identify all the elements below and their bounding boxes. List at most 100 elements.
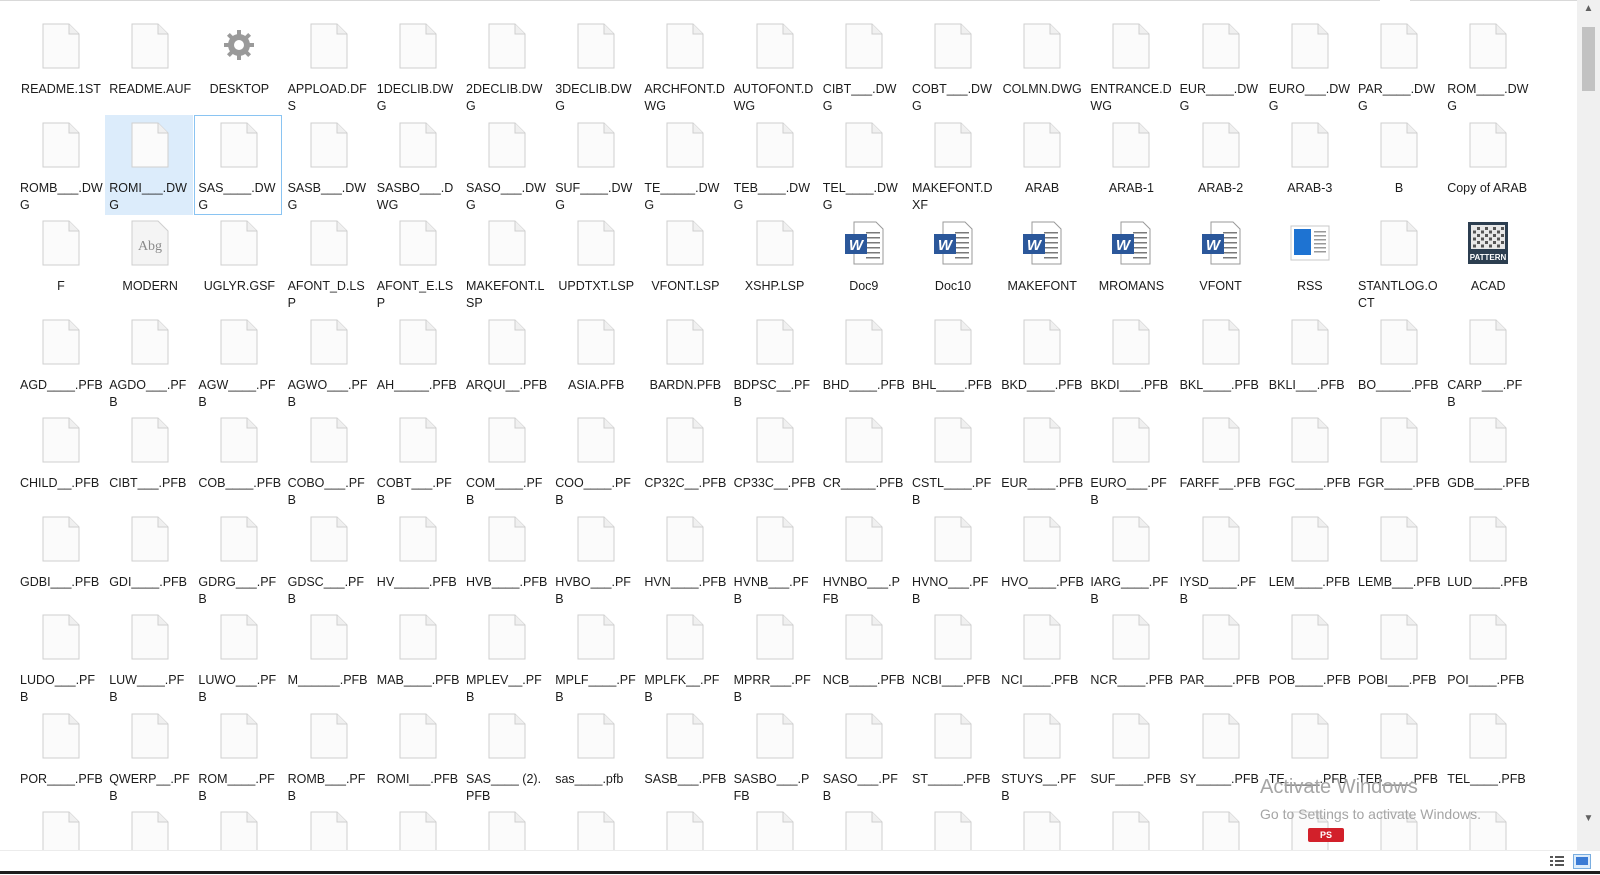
details-view-button[interactable]	[1548, 854, 1566, 869]
file-item-saso-pfb[interactable]: SASO___.PFB	[819, 706, 907, 806]
file-item-mplev-pfb[interactable]: MPLEV__.PFB	[462, 607, 550, 707]
file-item-euro-pfb[interactable]: EURO___.PFB	[1086, 410, 1174, 510]
file-item-bkli-pfb[interactable]: BKLI___.PFB	[1265, 312, 1353, 412]
file-item-mab-pfb[interactable]: MAB____.PFB	[373, 607, 461, 707]
file-item-partial[interactable]	[730, 804, 818, 850]
file-item-ah-pfb[interactable]: AH_____.PFB	[373, 312, 461, 412]
file-item-romi-pfb[interactable]: ROMI___.PFB	[373, 706, 461, 806]
scroll-up-arrow-icon[interactable]: ▲	[1577, 0, 1600, 17]
file-item-cp32c-pfb[interactable]: CP32C__.PFB	[640, 410, 728, 510]
file-item-saso-dwg[interactable]: SASO___.DWG	[462, 115, 550, 215]
file-item-gdb-pfb[interactable]: GDB____.PFB	[1443, 410, 1531, 510]
file-item-hvo-pfb[interactable]: HVO____.PFB	[997, 509, 1085, 609]
file-item-teb-dwg[interactable]: TEB____.DWG	[730, 115, 818, 215]
file-item-partial[interactable]	[194, 804, 282, 850]
file-item-sy-pfb[interactable]: SY_____.PFB	[1176, 706, 1264, 806]
file-item-cibt-pfb[interactable]: CIBT___.PFB	[105, 410, 193, 510]
file-item-hvbo-pfb[interactable]: HVBO___.PFB	[551, 509, 639, 609]
file-item-agdo-pfb[interactable]: AGDO___.PFB	[105, 312, 193, 412]
file-item-hvb-pfb[interactable]: HVB____.PFB	[462, 509, 550, 609]
file-item-rss[interactable]: RSS	[1265, 213, 1353, 313]
file-item-cr-pfb[interactable]: CR_____.PFB	[819, 410, 907, 510]
file-item-bkl-pfb[interactable]: BKL____.PFB	[1176, 312, 1264, 412]
file-item-partial[interactable]	[997, 804, 1085, 850]
file-item-coo-pfb[interactable]: COO____.PFB	[551, 410, 639, 510]
file-item-uglyr-gsf[interactable]: UGLYR.GSF	[194, 213, 282, 313]
file-item-pobi-pfb[interactable]: POBI___.PFB	[1354, 607, 1442, 707]
file-item-qwerp-pfb[interactable]: QWERP__.PFB	[105, 706, 193, 806]
file-item-tel-pfb[interactable]: TEL____.PFB	[1443, 706, 1531, 806]
file-item-xshp-lsp[interactable]: XSHP.LSP	[730, 213, 818, 313]
file-item-copy-of-arab[interactable]: Copy of ARAB	[1443, 115, 1531, 215]
file-item-readme-auf[interactable]: README.AUF	[105, 16, 193, 116]
file-item-st-pfb[interactable]: ST_____.PFB	[908, 706, 996, 806]
file-item-partial[interactable]	[1086, 804, 1174, 850]
file-item-bkd-pfb[interactable]: BKD____.PFB	[997, 312, 1085, 412]
file-item-euro-dwg[interactable]: EURO___.DWG	[1265, 16, 1353, 116]
file-item-m-pfb[interactable]: M______.PFB	[284, 607, 372, 707]
file-item-romb-pfb[interactable]: ROMB___.PFB	[284, 706, 372, 806]
file-item-mplf-pfb[interactable]: MPLF____.PFB	[551, 607, 639, 707]
file-item-autofont-dwg[interactable]: AUTOFONT.DWG	[730, 16, 818, 116]
file-item-colmn-dwg[interactable]: COLMN.DWG	[997, 16, 1085, 116]
file-item-gdbi-pfb[interactable]: GDBI___.PFB	[16, 509, 104, 609]
file-item-luw-pfb[interactable]: LUW____.PFB	[105, 607, 193, 707]
file-item-bo-pfb[interactable]: BO_____.PFB	[1354, 312, 1442, 412]
file-item-farff-pfb[interactable]: FARFF__.PFB	[1176, 410, 1264, 510]
file-item-sasb-dwg[interactable]: SASB___.DWG	[284, 115, 372, 215]
file-item-hvno-pfb[interactable]: HVNO___.PFB	[908, 509, 996, 609]
file-item-desktop[interactable]: DESKTOP	[194, 16, 282, 116]
file-item-hvnb-pfb[interactable]: HVNB___.PFB	[730, 509, 818, 609]
file-item-cibt-dwg[interactable]: CIBT___.DWG	[819, 16, 907, 116]
file-item-afont-e-lsp[interactable]: AFONT_E.LSP	[373, 213, 461, 313]
file-item-asia-pfb[interactable]: ASIA.PFB	[551, 312, 639, 412]
file-item-partial[interactable]	[640, 804, 728, 850]
file-item-tel-dwg[interactable]: TEL____.DWG	[819, 115, 907, 215]
file-item-romi-dwg[interactable]: ROMI___.DWG	[105, 114, 194, 215]
file-item-ncr-pfb[interactable]: NCR____.PFB	[1086, 607, 1174, 707]
file-item-sasb-pfb[interactable]: SASB___.PFB	[640, 706, 728, 806]
file-item-rom-dwg[interactable]: ROM____.DWG	[1443, 16, 1531, 116]
file-item-sasbo-pfb[interactable]: SASBO___.PFB	[730, 706, 818, 806]
file-item-romb-dwg[interactable]: ROMB___.DWG	[16, 115, 104, 215]
file-item-mplfk-pfb[interactable]: MPLFK__.PFB	[640, 607, 728, 707]
file-item-partial[interactable]	[462, 804, 550, 850]
file-item-arqui-pfb[interactable]: ARQUI__.PFB	[462, 312, 550, 412]
file-item-afont-d-lsp[interactable]: AFONT_D.LSP	[284, 213, 372, 313]
file-item-stantlog-oct[interactable]: STANTLOG.OCT	[1354, 213, 1442, 313]
file-item-ludo-pfb[interactable]: LUDO___.PFB	[16, 607, 104, 707]
file-item-appload-dfs[interactable]: APPLOAD.DFS	[284, 16, 372, 116]
file-item-vfont[interactable]: W VFONT	[1176, 213, 1264, 313]
file-item-pob-pfb[interactable]: POB____.PFB	[1265, 607, 1353, 707]
file-item-doc10[interactable]: W Doc10	[908, 213, 996, 313]
file-item-cobo-pfb[interactable]: COBO___.PFB	[284, 410, 372, 510]
file-item-cstl-pfb[interactable]: CSTL____.PFB	[908, 410, 996, 510]
file-item-partial[interactable]	[908, 804, 996, 850]
file-item-partial[interactable]	[373, 804, 461, 850]
file-item-bhl-pfb[interactable]: BHL____.PFB	[908, 312, 996, 412]
file-item-sasbo-dwg[interactable]: SASBO___.DWG	[373, 115, 461, 215]
file-item-te-dwg[interactable]: TE_____.DWG	[640, 115, 728, 215]
file-item-gdi-pfb[interactable]: GDI____.PFB	[105, 509, 193, 609]
file-item-vfont-lsp[interactable]: VFONT.LSP	[640, 213, 728, 313]
file-item-par-dwg[interactable]: PAR____.DWG	[1354, 16, 1442, 116]
file-item-hvnbo-pfb[interactable]: HVNBO___.PFB	[819, 509, 907, 609]
file-item-updtxt-lsp[interactable]: UPDTXT.LSP	[551, 213, 639, 313]
file-item-cob-pfb[interactable]: COB____.PFB	[194, 410, 282, 510]
file-item-lud-pfb[interactable]: LUD____.PFB	[1443, 509, 1531, 609]
file-item-b[interactable]: B	[1354, 115, 1442, 215]
file-item-f[interactable]: F	[16, 213, 104, 313]
file-item-iarg-pfb[interactable]: IARG____.PFB	[1086, 509, 1174, 609]
file-item-poi-pfb[interactable]: POI____.PFB	[1443, 607, 1531, 707]
file-item-arab[interactable]: ARAB	[997, 115, 1085, 215]
file-item-mromans[interactable]: W MROMANS	[1086, 213, 1174, 313]
file-item-cobt-dwg[interactable]: COBT___.DWG	[908, 16, 996, 116]
file-item-makefont[interactable]: W MAKEFONT	[997, 213, 1085, 313]
vertical-scrollbar[interactable]: ▲ ▼	[1577, 0, 1600, 850]
file-item-por-pfb[interactable]: POR____.PFB	[16, 706, 104, 806]
file-item-1declib-dwg[interactable]: 1DECLIB.DWG	[373, 16, 461, 116]
file-item-cobt-pfb[interactable]: COBT___.PFB	[373, 410, 461, 510]
file-item-par-pfb[interactable]: PAR____.PFB	[1176, 607, 1264, 707]
file-item-2declib-dwg[interactable]: 2DECLIB.DWG	[462, 16, 550, 116]
file-item-luwo-pfb[interactable]: LUWO___.PFB	[194, 607, 282, 707]
